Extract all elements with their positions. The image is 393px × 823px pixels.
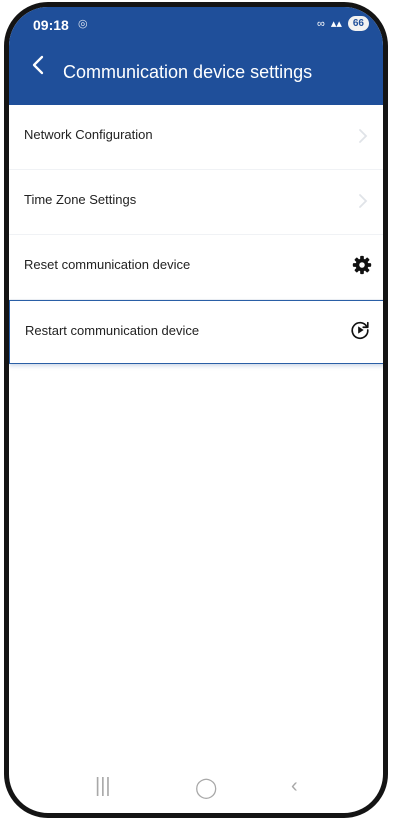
back-nav-icon[interactable]: ‹ [291, 775, 298, 798]
menu-item-reset-device[interactable]: Reset communication device [9, 235, 383, 300]
menu-item-label: Reset communication device [24, 257, 191, 272]
settings-list: Network Configuration Time Zone Settings… [9, 105, 383, 364]
status-bar: 09:18 ◎ ∞ ▴▴ 66 [9, 7, 383, 41]
camera-notification-icon: ◎ [78, 18, 88, 30]
restart-icon [351, 321, 369, 340]
menu-item-label: Restart communication device [25, 323, 200, 338]
menu-item-restart-device[interactable]: Restart communication device [9, 300, 383, 364]
gear-icon [352, 255, 372, 275]
vibrate-icon: ∞ [316, 17, 325, 30]
menu-item-network-configuration[interactable]: Network Configuration [9, 105, 383, 170]
menu-item-time-zone-settings[interactable]: Time Zone Settings [9, 170, 383, 235]
menu-item-label: Time Zone Settings [24, 192, 137, 207]
system-icons: ∞ ▴▴ 66 [317, 16, 369, 31]
chevron-right-icon [359, 194, 368, 208]
home-icon[interactable]: ◯ [195, 775, 217, 800]
phone-frame: 09:18 ◎ ∞ ▴▴ 66 Communication device set… [4, 2, 388, 818]
system-navigation-bar: ||| ◯ ‹ [9, 767, 383, 809]
app-header: 09:18 ◎ ∞ ▴▴ 66 Communication device set… [9, 7, 383, 105]
recent-apps-icon[interactable]: ||| [95, 775, 111, 798]
menu-item-label: Network Configuration [24, 127, 153, 142]
chevron-right-icon [359, 129, 368, 143]
battery-indicator: 66 [347, 16, 369, 31]
back-arrow-icon[interactable] [27, 53, 51, 77]
status-time: 09:18 [33, 17, 69, 33]
page-title: Communication device settings [63, 62, 313, 82]
signal-icon: ▴▴ [330, 18, 342, 30]
